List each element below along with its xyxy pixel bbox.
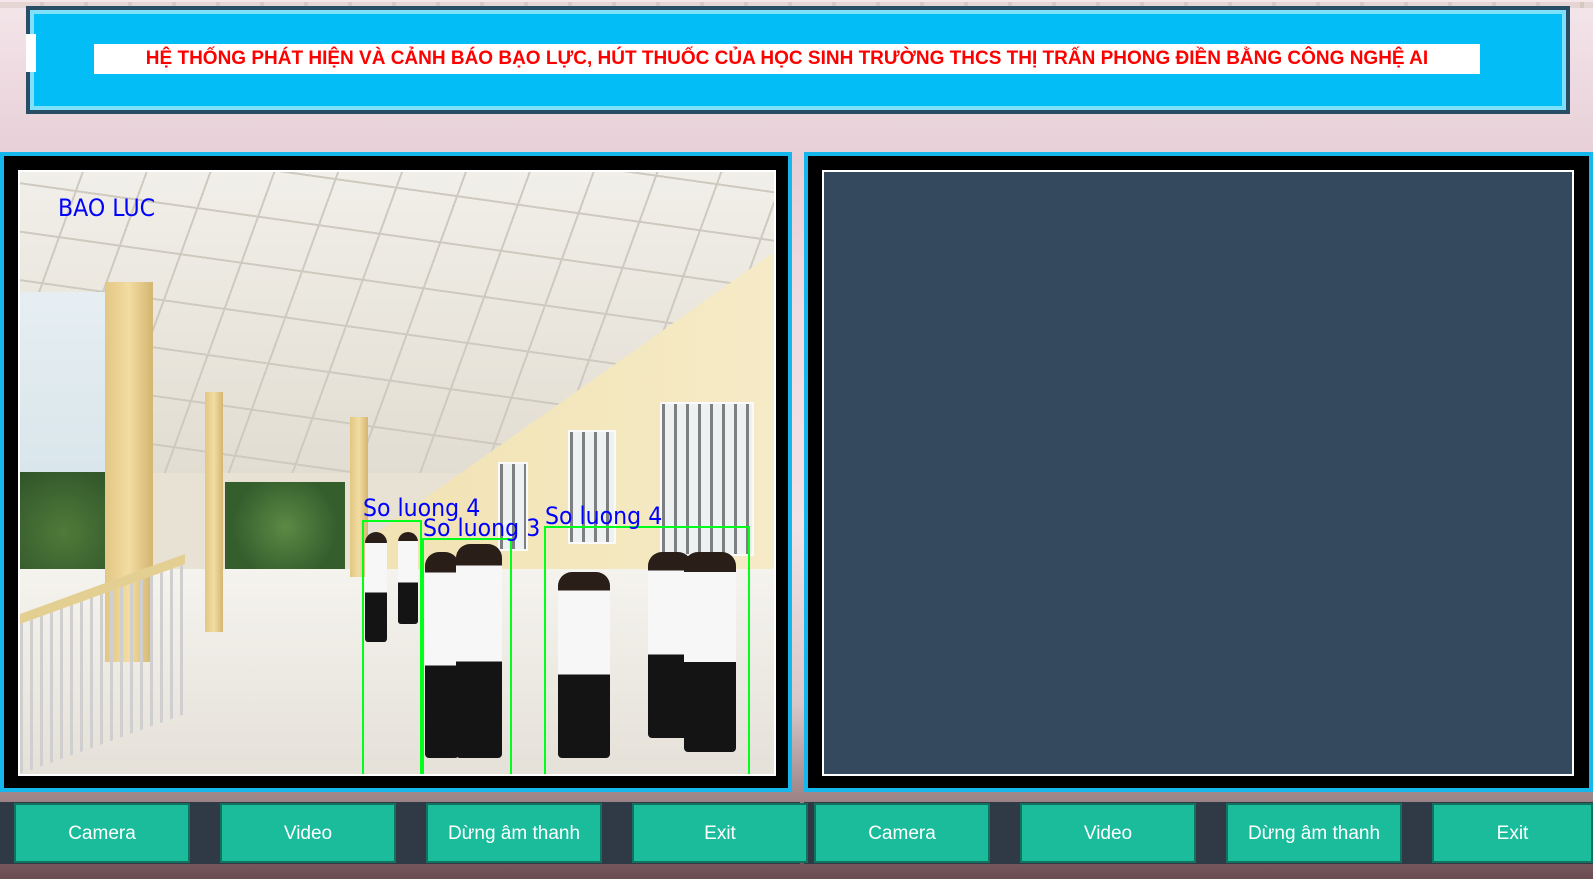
scene-pillar (205, 392, 223, 632)
detection-box (422, 538, 512, 774)
detection-box (362, 520, 422, 774)
title-banner: HỆ THỐNG PHÁT HIỆN VÀ CẢNH BÁO BẠO LỰC, … (26, 6, 1570, 114)
left-stop-sound-button[interactable]: Dừng âm thanh (426, 803, 602, 863)
detection-count-label: So luong 4 (545, 502, 663, 530)
detection-count-label: So luong 3 (423, 514, 541, 542)
right-video-feed[interactable] (822, 170, 1574, 776)
right-video-button[interactable]: Video (1020, 803, 1196, 863)
right-video-panel (804, 152, 1593, 792)
right-stop-sound-button[interactable]: Dừng âm thanh (1226, 803, 1402, 863)
violence-alert-label: BAO LUC (58, 194, 156, 222)
video-frame: BAO LUC So luong 4 So luong 3 So luong 4 (20, 172, 774, 774)
right-exit-button[interactable]: Exit (1432, 803, 1593, 863)
left-video-feed[interactable]: BAO LUC So luong 4 So luong 3 So luong 4 (18, 170, 776, 776)
scene-trees-far (225, 482, 345, 572)
banner-edge (26, 34, 36, 72)
app-title: HỆ THỐNG PHÁT HIỆN VÀ CẢNH BÁO BẠO LỰC, … (94, 44, 1480, 74)
right-camera-button[interactable]: Camera (814, 803, 990, 863)
left-video-panel: BAO LUC So luong 4 So luong 3 So luong 4 (0, 152, 792, 792)
left-exit-button[interactable]: Exit (632, 803, 808, 863)
detection-box (544, 526, 750, 774)
left-camera-button[interactable]: Camera (14, 803, 190, 863)
left-video-button[interactable]: Video (220, 803, 396, 863)
